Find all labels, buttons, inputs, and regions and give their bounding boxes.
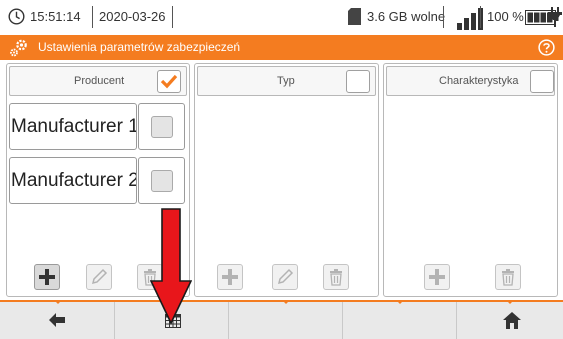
characteristic-panel: Charakterystyka [383,63,558,297]
manufacturer-name[interactable]: Manufacturer 2 [9,157,137,204]
add-type-button[interactable] [217,264,243,290]
trash-icon [502,269,514,286]
status-separator [92,6,93,28]
pencil-icon [277,268,294,285]
home-icon [503,312,521,329]
plus-icon [222,269,238,285]
empty-nav-button[interactable] [229,302,343,339]
gears-icon [10,39,27,57]
producer-header-label: Producent [74,75,125,87]
plus-icon [429,269,445,285]
type-header-label: Typ [277,75,295,87]
manufacturer-name[interactable]: Manufacturer 1 [9,103,137,150]
characteristic-header: Charakterystyka [386,66,555,96]
empty-nav-button[interactable] [343,302,457,339]
manufacturer-checkbox[interactable] [151,170,173,192]
delete-characteristic-button[interactable] [495,264,521,290]
checkmark-icon [160,74,178,89]
characteristic-header-label: Charakterystyka [439,75,519,87]
title-bar: Ustawienia parametrów zabezpieczeń [0,35,563,60]
type-panel: Typ [194,63,379,297]
type-header: Typ [197,66,376,96]
edit-producer-button[interactable] [86,264,112,290]
page-title: Ustawienia parametrów zabezpieczeń [38,40,241,54]
storage-free: 3.6 GB wolne [367,9,446,24]
back-button[interactable] [0,302,115,339]
annotation-arrow [150,208,192,325]
plug-icon [548,7,562,27]
type-select-all-checkbox[interactable] [346,70,370,93]
nav-notch [396,300,404,304]
back-arrow-icon [49,313,65,327]
add-producer-button[interactable] [34,264,60,290]
producer-header: Producent [9,66,187,96]
status-separator [443,6,444,28]
manufacturer-checkbox-cell[interactable] [138,157,185,204]
status-separator [172,6,173,28]
manufacturer-checkbox[interactable] [151,116,173,138]
edit-type-button[interactable] [272,264,298,290]
status-date: 2020-03-26 [99,9,166,24]
clock-icon [8,8,25,25]
nav-notch [506,300,514,304]
producer-select-all-checkbox[interactable] [157,70,181,93]
battery-percent: 100 % [487,9,524,24]
plus-icon [39,269,55,285]
bottom-nav [0,300,563,339]
status-separator [480,6,481,28]
delete-type-button[interactable] [323,264,349,290]
pencil-icon [91,268,108,285]
characteristic-select-all-checkbox[interactable] [530,70,554,93]
add-characteristic-button[interactable] [424,264,450,290]
nav-notch [54,300,62,304]
question-circle-icon[interactable] [538,39,555,56]
status-bar: 15:51:14 2020-03-26 3.6 GB wolne 100 % [0,0,563,35]
manufacturer-checkbox-cell[interactable] [138,103,185,150]
nav-notch [282,300,290,304]
sd-card-icon [348,8,361,25]
trash-icon [330,269,342,286]
status-time: 15:51:14 [30,9,81,24]
home-button[interactable] [457,302,563,339]
